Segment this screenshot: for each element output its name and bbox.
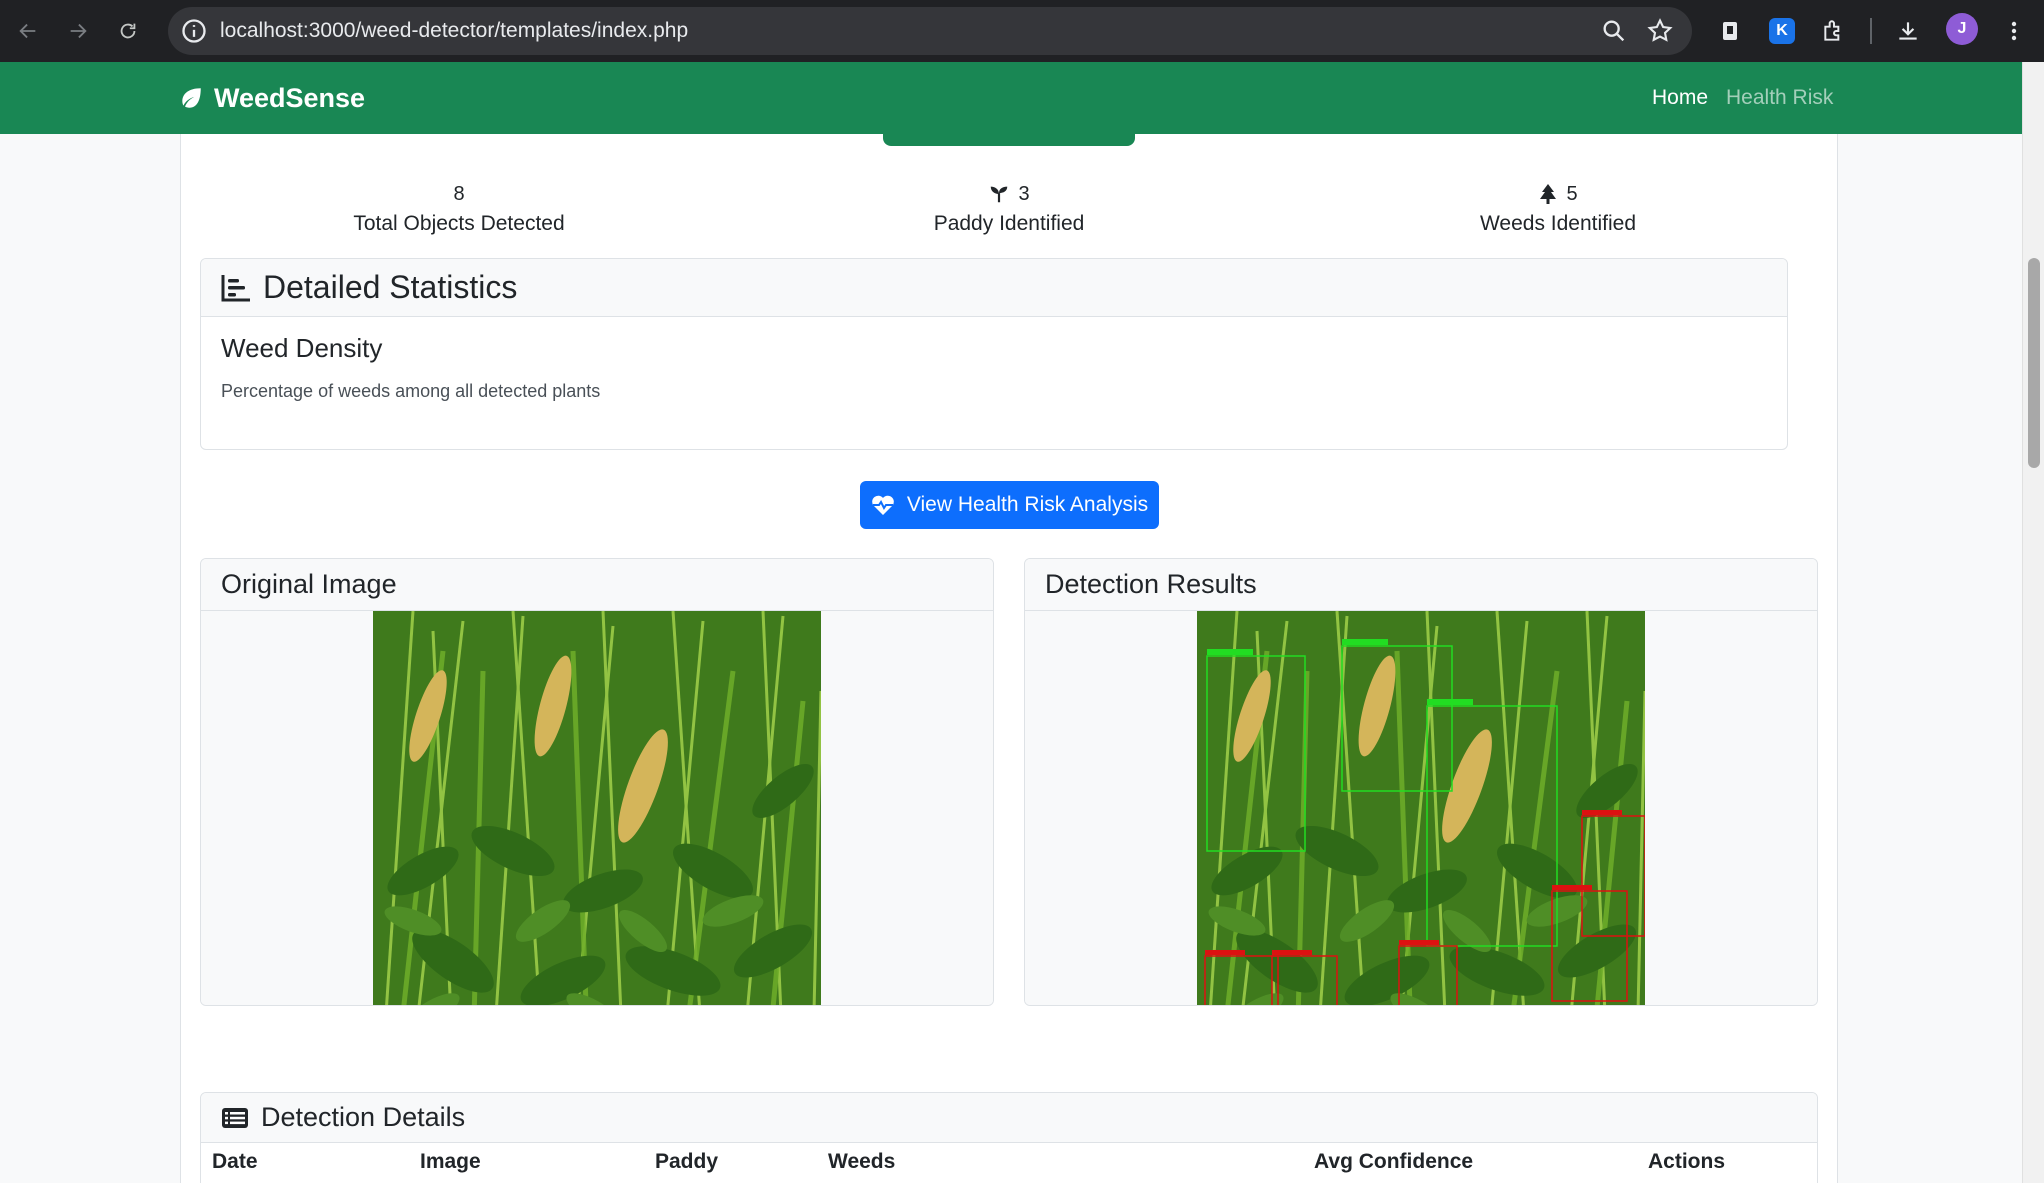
forward-icon[interactable] <box>60 13 96 49</box>
profile-avatar[interactable]: J <box>1946 13 1978 45</box>
detailed-statistics-card: Detailed Statistics Weed Density Percent… <box>200 258 1788 450</box>
browser-toolbar: localhost:3000/weed-detector/templates/i… <box>0 0 2044 62</box>
download-icon[interactable] <box>1890 13 1926 49</box>
back-icon[interactable] <box>10 13 46 49</box>
weed-density-description: Percentage of weeds among all detected p… <box>221 381 601 401</box>
column-header-paddy[interactable]: Paddy <box>655 1150 718 1174</box>
upload-button-edge[interactable] <box>883 134 1135 146</box>
column-header-actions[interactable]: Actions <box>1648 1150 1725 1174</box>
zoom-icon[interactable] <box>1600 17 1628 50</box>
detailed-statistics-header: Detailed Statistics <box>201 259 1787 317</box>
original-image-header: Original Image <box>201 559 993 611</box>
page-viewport: WeedSense Home Health Risk 8 Total Objec… <box>0 62 2022 1183</box>
navbar: WeedSense Home Health Risk <box>0 62 2022 134</box>
column-header-date[interactable]: Date <box>212 1150 258 1174</box>
stat-total-value: 8 <box>453 182 465 205</box>
detection-results-title: Detection Results <box>1045 569 1257 599</box>
stat-weeds-label: Weeds Identified <box>1479 212 1637 235</box>
nav-health-risk[interactable]: Health Risk <box>1726 62 1833 134</box>
stat-total: 8 Total Objects Detected <box>259 180 659 236</box>
detection-details-title: Detection Details <box>261 1102 466 1132</box>
browser-menu-icon[interactable] <box>1996 13 2032 49</box>
leaf-icon <box>182 88 201 108</box>
stat-total-label: Total Objects Detected <box>353 212 565 235</box>
stat-paddy-label: Paddy Identified <box>933 212 1085 235</box>
original-field-image <box>373 611 821 1005</box>
url-text: localhost:3000/weed-detector/templates/i… <box>220 19 689 42</box>
scrollbar-thumb[interactable] <box>2028 258 2040 468</box>
column-header-weeds[interactable]: Weeds <box>828 1150 895 1174</box>
view-health-risk-label: View Health Risk Analysis <box>906 493 1149 516</box>
bookmark-star-icon[interactable] <box>1646 17 1674 50</box>
address-bar[interactable]: localhost:3000/weed-detector/templates/i… <box>168 7 1692 55</box>
detection-details-header: Detection Details <box>201 1093 1817 1143</box>
original-image-card: Original Image <box>200 558 994 1006</box>
nav-home[interactable]: Home <box>1652 62 1708 134</box>
k-extension-icon[interactable]: K <box>1764 13 1800 49</box>
tree-icon <box>1540 184 1557 204</box>
extensions-puzzle-icon[interactable] <box>1816 13 1852 49</box>
brand-name: WeedSense <box>214 82 366 113</box>
brand-logo[interactable]: WeedSense <box>178 62 365 134</box>
seedling-icon <box>991 186 1008 203</box>
stat-weeds: 5 Weeds Identified <box>1358 180 1758 236</box>
site-info-icon[interactable] <box>180 17 208 50</box>
detection-results-header: Detection Results <box>1025 559 1817 611</box>
list-icon <box>222 1107 248 1128</box>
reload-icon[interactable] <box>110 13 146 49</box>
detection-results-card: Detection Results <box>1024 558 1818 1006</box>
stat-weeds-value: 5 <box>1566 182 1578 205</box>
weed-density-title: Weed Density <box>221 333 383 363</box>
original-image-title: Original Image <box>221 569 397 599</box>
page-scrollbar[interactable] <box>2022 62 2044 1183</box>
stat-paddy: 3 Paddy Identified <box>809 180 1209 236</box>
stat-paddy-value: 3 <box>1018 182 1030 205</box>
chart-bar-icon <box>221 274 250 301</box>
toolbar-divider <box>1870 18 1872 44</box>
view-health-risk-button[interactable]: View Health Risk Analysis <box>860 481 1159 529</box>
heart-pulse-icon <box>872 495 894 515</box>
extension-icon[interactable] <box>1712 13 1748 49</box>
column-header-avg-confidence[interactable]: Avg Confidence <box>1314 1150 1473 1174</box>
detection-field-image <box>1197 611 1645 1005</box>
detailed-statistics-title: Detailed Statistics <box>263 269 518 305</box>
column-header-image[interactable]: Image <box>420 1150 481 1174</box>
